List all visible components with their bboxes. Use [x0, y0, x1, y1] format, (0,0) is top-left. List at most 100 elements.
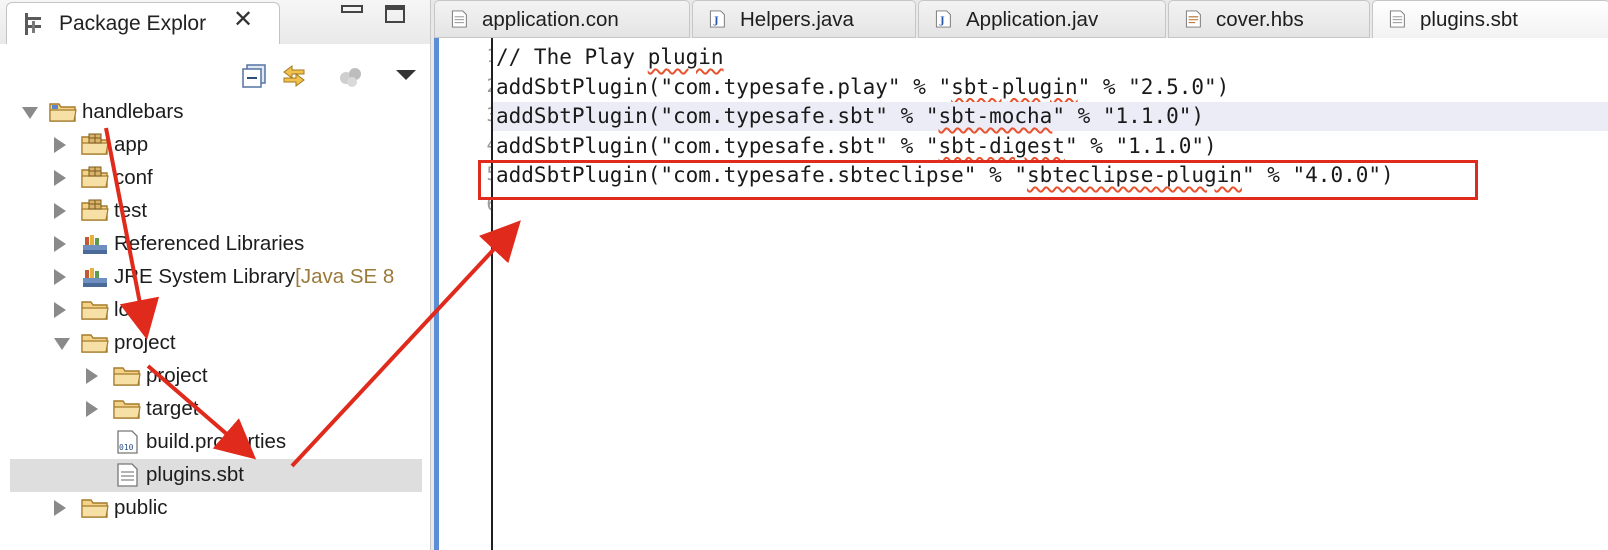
source-folder-icon [81, 166, 109, 188]
source-folder-icon [81, 133, 109, 155]
spelling-flagged-token: sbt-digest [938, 133, 1065, 158]
editor-tab-helpers-java[interactable]: J Helpers.java [692, 0, 916, 38]
current-code-line[interactable]: addSbtPlugin("com.typesafe.sbt" % "sbt-m… [493, 102, 1608, 131]
editor-tab-plugins-sbt[interactable]: plugins.sbt [1372, 0, 1608, 39]
editor-tabs: application.con J Helpers.java J Application… [434, 0, 1608, 39]
text-file-icon [1389, 10, 1405, 28]
tree-item-handlebars[interactable]: handlebars [10, 96, 422, 129]
code-token: addSbtPlugin("com.typesafe.play" % " [496, 74, 952, 99]
editor-area: application.con J Helpers.java J Application… [434, 0, 1608, 550]
view-menu-chevron-down-icon[interactable] [392, 64, 420, 92]
java-file-icon: J [935, 10, 951, 28]
tree-item-label: test [114, 199, 148, 222]
close-view-icon[interactable]: ✕ [233, 8, 253, 32]
tree-item-label: build.properties [146, 430, 287, 453]
editor-tab-label: Application.jav [966, 8, 1099, 31]
tree-item-project[interactable]: project [10, 327, 422, 360]
view-header: Package Explor ✕ [0, 0, 430, 45]
code-line[interactable]: // The Play plugin [496, 43, 724, 72]
svg-text:J: J [939, 15, 945, 26]
editor-tab-application-con[interactable]: application.con [434, 0, 690, 38]
collapsed-twisty-icon[interactable] [86, 401, 98, 417]
tree-item-decoration: [Java SE 8 [295, 265, 395, 288]
java-file-icon: J [709, 10, 725, 28]
text-file-icon [117, 463, 138, 487]
collapsed-twisty-icon[interactable] [54, 236, 66, 252]
maximize-icon[interactable] [384, 4, 406, 24]
tree-item-referenced-libraries[interactable]: Referenced Libraries [10, 228, 422, 261]
tree-item-label: handlebars [82, 100, 184, 123]
editor-tab-label: application.con [482, 8, 619, 31]
code-token: addSbtPlugin("com.typesafe.sbt" % " [496, 104, 939, 128]
tree-item-target[interactable]: target [10, 393, 422, 426]
tree-item-project[interactable]: project [10, 360, 422, 393]
editor-tab-cover-hbs[interactable]: cover.hbs [1168, 0, 1370, 38]
link-with-editor-icon[interactable] [280, 62, 308, 90]
package-explorer-view: Package Explor ✕ handlebars app conf tes… [0, 0, 431, 550]
tree-item-label: Referenced Libraries [114, 232, 305, 255]
package-explorer-icon [25, 13, 41, 35]
tree-item-jre-system-library[interactable]: JRE System Library[Java SE 8 [10, 261, 422, 294]
spelling-flagged-token: plugin [647, 45, 724, 69]
code-token: " % "1.1.0") [1052, 104, 1205, 128]
view-toolbar [0, 44, 430, 94]
tree-item-label: app [114, 133, 149, 156]
collapsed-twisty-icon[interactable] [54, 137, 66, 153]
collapse-all-icon[interactable] [240, 62, 268, 90]
editor-tab-label: plugins.sbt [1420, 8, 1519, 31]
folder-icon [81, 499, 109, 518]
code-token: " % "1.1.0") [1064, 133, 1217, 158]
view-title: Package Explor [59, 12, 207, 35]
hbs-file-icon [1185, 10, 1201, 28]
expanded-twisty-icon[interactable] [22, 107, 38, 119]
collapsed-twisty-icon[interactable] [54, 500, 66, 516]
collapsed-twisty-icon[interactable] [54, 170, 66, 186]
tree-item-label: conf [114, 166, 153, 189]
tree-item-test[interactable]: test [10, 195, 422, 228]
minimize-icon[interactable] [340, 4, 364, 18]
code-token: // The Play [496, 45, 648, 69]
properties-file-icon: 010 [117, 430, 138, 454]
tree-item-plugins-sbt[interactable]: plugins.sbt [10, 459, 422, 492]
code-line[interactable]: addSbtPlugin("com.typesafe.play" % "sbt-… [496, 73, 1229, 102]
svg-text:J: J [713, 15, 719, 26]
tree-item-label: project [114, 331, 176, 354]
collapsed-twisty-icon[interactable] [54, 269, 66, 285]
editor-tab-label: Helpers.java [740, 8, 854, 31]
focus-workingset-icon[interactable] [336, 62, 364, 90]
tree-item-app[interactable]: app [10, 129, 422, 162]
package-explorer-tab[interactable]: Package Explor ✕ [6, 2, 280, 45]
folder-icon [81, 301, 109, 320]
expanded-twisty-icon[interactable] [54, 338, 70, 350]
text-file-icon [451, 10, 467, 28]
spelling-flagged-token: sbt-plugin [951, 74, 1078, 99]
code-text-area[interactable]: // The Play plugin addSbtPlugin("com.type… [493, 38, 1608, 550]
folder-icon [113, 367, 141, 386]
line-number-ruler: 123456 [439, 38, 498, 550]
tree-item-label: project [146, 364, 208, 387]
editor-tab-application-jav[interactable]: J Application.jav [918, 0, 1166, 38]
editor-tab-label: cover.hbs [1216, 8, 1304, 31]
library-icon [83, 235, 107, 254]
spelling-flagged-token: sbt-mocha [938, 104, 1053, 128]
annotation-highlight-box [478, 160, 1478, 200]
tree-item-public[interactable]: public [10, 492, 422, 525]
code-token: addSbtPlugin("com.typesafe.sbt" % " [496, 133, 939, 158]
tree-item-build-properties[interactable]: 010 build.properties [10, 426, 422, 459]
code-token: " % "2.5.0") [1077, 74, 1230, 99]
tree-item-label: plugins.sbt [146, 463, 245, 486]
tree-item-conf[interactable]: conf [10, 162, 422, 195]
library-icon [83, 268, 107, 287]
source-folder-icon [81, 199, 109, 221]
tree-item-label: public [114, 496, 168, 519]
code-line[interactable]: addSbtPlugin("com.typesafe.sbt" % "sbt-d… [496, 132, 1217, 161]
collapsed-twisty-icon[interactable] [86, 368, 98, 384]
collapsed-twisty-icon[interactable] [54, 203, 66, 219]
tree-item-label: logs [114, 298, 152, 321]
svg-text:010: 010 [119, 443, 134, 452]
folder-icon [113, 400, 141, 419]
tree-item-logs[interactable]: logs [10, 294, 422, 327]
collapsed-twisty-icon[interactable] [54, 302, 66, 318]
folder-icon [81, 334, 109, 353]
project-folder-icon [49, 103, 77, 122]
